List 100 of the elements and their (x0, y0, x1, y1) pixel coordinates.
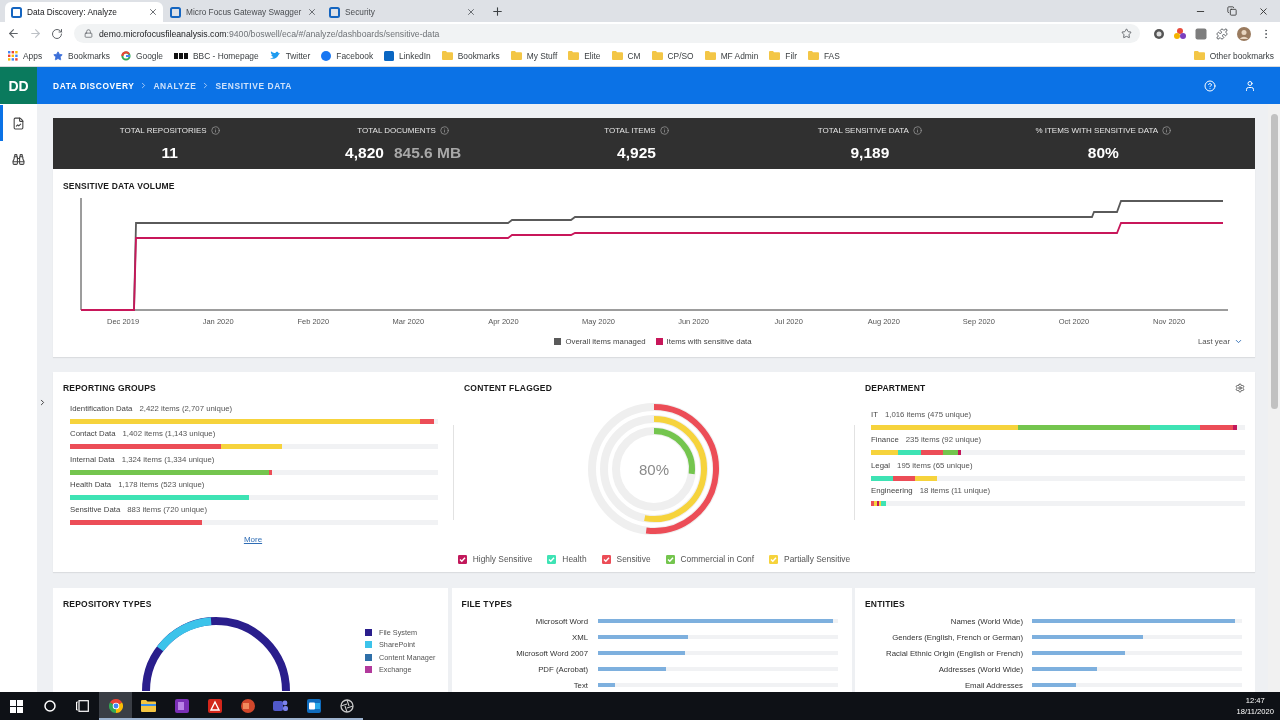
chart-document-icon (12, 116, 25, 130)
grid-icon (8, 50, 18, 61)
settings-icon[interactable] (1235, 383, 1245, 393)
folder-icon (769, 51, 781, 60)
ring-logo-icon (121, 50, 131, 61)
panel-title: DEPARTMENT (865, 383, 926, 393)
legend-label: Commercial in Conf (680, 554, 755, 565)
puzzle-icon[interactable] (1216, 27, 1228, 40)
stat-value: 4,820 (345, 145, 384, 161)
bookmark[interactable]: Apps (8, 50, 43, 61)
lock-icon (84, 29, 93, 38)
blocks-logo-icon (174, 52, 188, 59)
breadcrumb-link[interactable]: DATA DISCOVERY (53, 80, 135, 91)
bookmark[interactable]: My Stuff (510, 50, 558, 61)
aperture-icon (339, 699, 354, 713)
people-icon (273, 699, 288, 713)
tile-icon (207, 699, 222, 713)
plus-icon[interactable] (491, 4, 504, 18)
restore-icon[interactable] (1227, 6, 1237, 16)
back-icon[interactable] (7, 27, 20, 40)
legend-label: Sensitive (616, 554, 651, 565)
stat-value: 9,189 (850, 145, 890, 161)
info-icon[interactable] (659, 126, 669, 135)
bookmark[interactable]: Filr (769, 50, 797, 61)
checkbox[interactable] (601, 554, 611, 564)
bookmark[interactable]: Google (121, 50, 163, 61)
stat-value: 80% (1087, 145, 1119, 161)
ring-logo-icon (108, 699, 123, 713)
windows-logo-icon[interactable] (10, 699, 23, 713)
legend-label: Partially Sensitive (784, 554, 851, 565)
legend-label: Health (562, 554, 587, 565)
info-icon[interactable] (439, 126, 449, 135)
app-logo: DD (0, 67, 37, 104)
stat-value: 11 (161, 145, 178, 161)
folder-icon (807, 51, 819, 60)
panel-title: ENTITIES (865, 599, 906, 609)
folder-icon (651, 51, 663, 60)
folder-icon (568, 51, 580, 60)
bird-icon (269, 51, 281, 60)
star-icon (53, 50, 64, 61)
square-logo-icon (329, 6, 340, 18)
stat-value: 4,925 (617, 145, 656, 161)
star-icon[interactable] (1121, 28, 1132, 39)
bookmark[interactable]: Bookmarks (53, 50, 110, 61)
help-icon[interactable] (1204, 79, 1216, 92)
folder-icon (704, 51, 716, 60)
info-icon[interactable] (210, 126, 220, 135)
reload-icon[interactable] (51, 27, 63, 40)
bookmark[interactable]: FAS (807, 50, 840, 61)
square-logo-icon (11, 6, 22, 18)
close-icon[interactable] (466, 7, 476, 17)
more-link[interactable]: More (243, 535, 263, 545)
avatar-icon[interactable] (1237, 26, 1251, 41)
bookmark[interactable]: Facebook (321, 50, 374, 61)
binoculars-icon (12, 152, 25, 166)
bookmark[interactable]: Elite (568, 50, 601, 61)
bookmark[interactable]: CP/SO (651, 50, 694, 61)
stat-label: TOTAL DOCUMENTS (357, 126, 436, 135)
bookmark[interactable]: LinkedIn (384, 50, 431, 61)
stat-label: % ITEMS WITH SENSITIVE DATA (1035, 126, 1159, 135)
breadcrumb-current: SENSITIVE DATA (215, 80, 292, 91)
taskbar-button[interactable] (99, 692, 132, 720)
tile-icon (174, 699, 189, 713)
square-logo-icon (170, 6, 181, 18)
scrollbar-thumb[interactable] (1270, 114, 1278, 409)
ring-center-value: 80% (639, 461, 669, 478)
bookmark[interactable]: Other bookmarks (1193, 50, 1274, 61)
legend-label: Highly Sensitive (472, 554, 533, 565)
square-icon[interactable] (1195, 27, 1207, 40)
user-icon[interactable] (1244, 79, 1256, 92)
circle-logo-icon (240, 699, 255, 713)
stat-label: TOTAL ITEMS (604, 126, 656, 135)
bookmark[interactable]: CM (611, 50, 641, 61)
bookmark[interactable]: Twitter (269, 50, 311, 61)
bookmark[interactable]: BBC - Homepage (174, 50, 259, 61)
info-icon[interactable] (912, 126, 922, 135)
close-icon[interactable] (307, 7, 317, 17)
folder-icon (510, 51, 522, 60)
circle-icon[interactable] (43, 700, 56, 712)
expand-icon[interactable] (38, 398, 47, 407)
bookmark[interactable]: MF Admin (704, 50, 759, 61)
scrollbar[interactable] (1268, 104, 1280, 692)
checkbox[interactable] (769, 554, 779, 564)
checkbox[interactable] (547, 554, 557, 564)
info-icon[interactable] (1162, 126, 1172, 135)
panel-title: REPORTING GROUPS (63, 383, 157, 393)
browser-tab[interactable]: Data Discovery: Analyze (5, 2, 163, 22)
address-bar[interactable]: demo.microfocusfileanalysis.com:9400/boswell/eca/#/analyze/dashboards/sensitive-data (74, 24, 1140, 43)
folder-icon (611, 51, 623, 60)
bookmark[interactable]: Bookmarks (441, 50, 500, 61)
task-view-icon[interactable] (76, 700, 89, 712)
circle-icon[interactable] (1153, 27, 1165, 40)
checkbox[interactable] (457, 554, 467, 564)
panel-title: REPOSITORY TYPES (63, 599, 153, 609)
tile-icon (306, 699, 321, 713)
close-icon[interactable] (148, 7, 158, 17)
checkbox[interactable] (665, 554, 675, 564)
circle-logo-icon (321, 50, 332, 61)
flower-icon[interactable] (1174, 27, 1186, 40)
close-icon[interactable] (1258, 5, 1269, 17)
